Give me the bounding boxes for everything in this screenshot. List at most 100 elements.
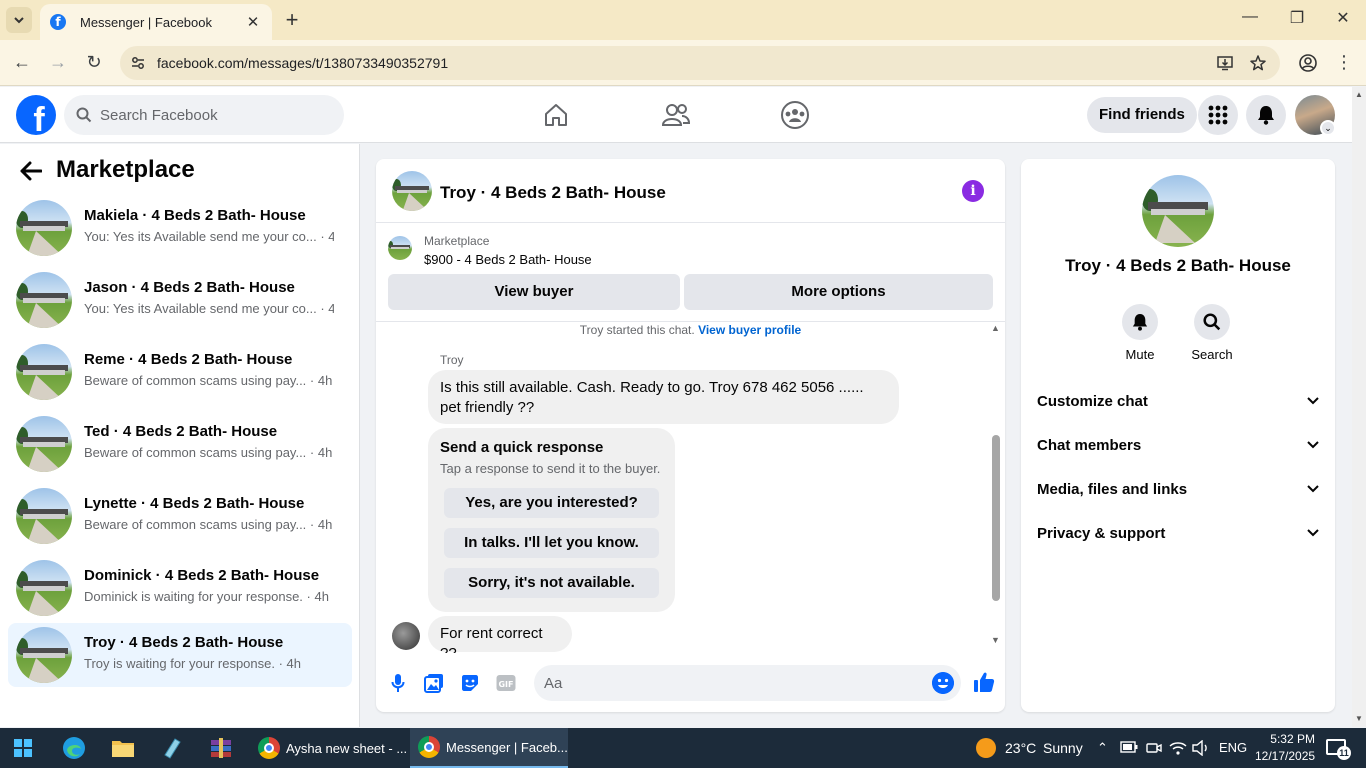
install-app-icon[interactable]: [1216, 54, 1234, 72]
message-list: Troy started this chat. View buyer profi…: [376, 323, 1005, 653]
view-buyer-profile-link[interactable]: View buyer profile: [698, 323, 801, 337]
weather-sun-icon[interactable]: [976, 738, 996, 758]
emoji-icon[interactable]: [932, 672, 954, 694]
chevron-down-icon: [1307, 529, 1319, 537]
conversation-item[interactable]: Lynette · 4 Beds 2 Bath- House Beware of…: [8, 484, 352, 548]
notification-center-icon[interactable]: 11: [1326, 739, 1351, 760]
chrome-icon: [418, 736, 440, 758]
tab-search-button[interactable]: [6, 7, 32, 33]
customize-chat-row[interactable]: Customize chat: [1021, 379, 1335, 423]
menu-grid-icon[interactable]: [1198, 95, 1238, 135]
new-tab-icon[interactable]: +: [282, 8, 302, 32]
clock[interactable]: 5:32 PM 12/17/2025: [1255, 731, 1315, 765]
message-input-box[interactable]: [534, 665, 961, 701]
find-friends-button[interactable]: Find friends: [1087, 97, 1197, 133]
notepad-app-icon[interactable]: [156, 732, 188, 764]
search-input[interactable]: [100, 95, 330, 135]
sticker-icon[interactable]: [459, 672, 481, 694]
message-input[interactable]: [544, 665, 914, 701]
listing-title[interactable]: $900 - 4 Beds 2 Bath- House: [424, 252, 592, 267]
listing-thumbnail: [16, 344, 72, 400]
notifications-bell-icon[interactable]: [1246, 95, 1286, 135]
file-explorer-icon[interactable]: [107, 732, 139, 764]
friends-icon[interactable]: [660, 99, 692, 131]
browser-menu-icon[interactable]: ⋮: [1333, 52, 1355, 73]
language-indicator[interactable]: ENG: [1219, 740, 1247, 755]
minimize-icon[interactable]: —: [1240, 8, 1260, 26]
privacy-support-row[interactable]: Privacy & support: [1021, 511, 1335, 555]
bookmark-star-icon[interactable]: [1249, 54, 1267, 72]
microphone-icon[interactable]: [387, 672, 409, 694]
quick-response-title: Send a quick response: [440, 439, 604, 456]
meet-now-icon[interactable]: [1146, 740, 1162, 756]
listing-thumbnail: [16, 200, 72, 256]
taskbar-window-messenger[interactable]: Messenger | Faceb...: [410, 728, 568, 768]
back-icon[interactable]: ←: [11, 52, 33, 73]
facebook-logo-icon[interactable]: f: [16, 95, 56, 135]
chat-title[interactable]: Troy · 4 Beds 2 Bath- House: [440, 183, 666, 203]
scroll-up-icon[interactable]: ▲: [1355, 90, 1363, 99]
browser-tab-strip: f Messenger | Facebook ✕ + — ❐ ✕: [0, 0, 1366, 40]
buyer-avatar[interactable]: [392, 622, 420, 650]
conversation-item[interactable]: Jason · 4 Beds 2 Bath- House You: Yes it…: [8, 268, 352, 332]
weather-temp[interactable]: 23°C: [1005, 740, 1036, 756]
more-options-button[interactable]: More options: [684, 274, 993, 310]
search-in-conversation-button[interactable]: Search: [1182, 304, 1242, 362]
quick-response-not-available-button[interactable]: Sorry, it's not available.: [444, 568, 659, 598]
volume-icon[interactable]: [1192, 740, 1210, 756]
reload-icon[interactable]: ↻: [83, 52, 105, 73]
gif-icon[interactable]: GIF: [495, 672, 517, 694]
url-bar[interactable]: facebook.com/messages/t/1380733490352791: [120, 46, 1280, 80]
forward-icon[interactable]: →: [47, 52, 69, 73]
start-button-icon[interactable]: [14, 739, 32, 757]
quick-response-in-talks-button[interactable]: In talks. I'll let you know.: [444, 528, 659, 558]
winrar-icon[interactable]: [205, 732, 237, 764]
conversation-preview: Troy is waiting for your response. · 4h: [84, 656, 302, 671]
page-scrollbar[interactable]: ▲ ▼: [1352, 87, 1366, 727]
conversation-item[interactable]: Makiela · 4 Beds 2 Bath- House You: Yes …: [8, 196, 352, 260]
scroll-up-icon[interactable]: ▲: [991, 323, 1000, 333]
wifi-icon[interactable]: [1169, 740, 1187, 756]
thumbs-up-icon[interactable]: [972, 670, 996, 694]
conversation-item[interactable]: Dominick · 4 Beds 2 Bath- House Dominick…: [8, 556, 352, 620]
scroll-down-icon[interactable]: ▼: [1355, 714, 1363, 723]
info-icon[interactable]: i: [962, 180, 984, 202]
view-buyer-button[interactable]: View buyer: [388, 274, 680, 310]
facebook-favicon-icon: f: [50, 14, 66, 30]
account-caret-icon[interactable]: ⌄: [1320, 120, 1336, 136]
close-window-icon[interactable]: ✕: [1333, 8, 1353, 28]
taskbar-window-sheet[interactable]: Aysha new sheet - ...: [250, 728, 407, 768]
chat-members-row[interactable]: Chat members: [1021, 423, 1335, 467]
tray-overflow-icon[interactable]: ⌃: [1097, 740, 1108, 756]
mute-button[interactable]: Mute: [1110, 304, 1170, 362]
weather-condition[interactable]: Sunny: [1043, 740, 1083, 756]
message-composer: GIF: [376, 659, 1005, 709]
scroll-down-icon[interactable]: ▼: [991, 635, 1000, 645]
battery-icon[interactable]: [1120, 741, 1138, 753]
search-icon: [1194, 304, 1230, 340]
conversation-item-active[interactable]: Troy · 4 Beds 2 Bath- House Troy is wait…: [8, 623, 352, 687]
browser-tab-messenger[interactable]: f Messenger | Facebook ✕: [40, 4, 272, 40]
info-listing-thumbnail[interactable]: [1142, 175, 1214, 247]
listing-thumbnail: [16, 627, 72, 683]
quick-response-yes-button[interactable]: Yes, are you interested?: [444, 488, 659, 518]
conversation-item[interactable]: Ted · 4 Beds 2 Bath- House Beware of com…: [8, 412, 352, 476]
chevron-down-icon: [1307, 485, 1319, 493]
back-arrow-icon[interactable]: [20, 160, 43, 188]
profile-icon[interactable]: [1298, 53, 1318, 73]
conversation-item[interactable]: Reme · 4 Beds 2 Bath- House Beware of co…: [8, 340, 352, 404]
facebook-search[interactable]: [64, 95, 344, 135]
restore-icon[interactable]: ❐: [1287, 8, 1307, 28]
home-icon[interactable]: [540, 99, 572, 131]
photo-icon[interactable]: [423, 672, 445, 694]
chat-listing-thumbnail[interactable]: [392, 171, 432, 211]
conversation-info-panel: Troy · 4 Beds 2 Bath- House Mute Search …: [1021, 159, 1335, 712]
edge-icon[interactable]: [58, 732, 90, 764]
site-info-icon[interactable]: [130, 55, 146, 71]
media-files-links-row[interactable]: Media, files and links: [1021, 467, 1335, 511]
chat-scrollbar[interactable]: ▲ ▼: [990, 323, 1002, 653]
scroll-thumb[interactable]: [992, 435, 1000, 601]
groups-icon[interactable]: [779, 99, 811, 131]
conversation-preview: Beware of common scams using pay... · 4h: [84, 373, 333, 388]
tab-close-icon[interactable]: ✕: [244, 13, 262, 31]
